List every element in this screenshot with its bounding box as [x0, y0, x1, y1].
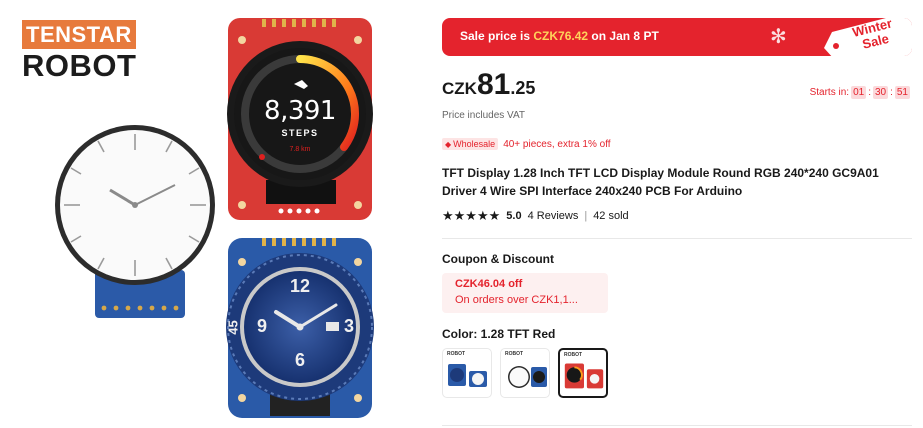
countdown-minutes: 30 [872, 86, 889, 99]
sale-banner-text: Sale price is CZK76.42 on Jan 8 PT [460, 29, 659, 43]
product-info-panel: Sale price is CZK76.42 on Jan 8 PT ✻ Win… [442, 0, 912, 428]
wholesale-text: 40+ pieces, extra 1% off [503, 138, 611, 150]
dial-numeral-9: 9 [256, 316, 267, 336]
vat-note: Price includes VAT [442, 110, 525, 121]
coupon-condition: On orders over CZK1,1... [455, 294, 578, 306]
countdown-timer: Starts in: 01 : 30 : 51 [810, 86, 912, 99]
color-swatch-blue[interactable]: ROBOT [442, 348, 492, 398]
rating-value: 5.0 [506, 210, 522, 222]
dial-numeral-6: 6 [294, 350, 305, 370]
color-selected-value: 1.28 TFT Red [480, 327, 556, 341]
brand-logo-top: TENSTAR [22, 20, 136, 49]
star-rating-icon: ★★★★★ [442, 208, 501, 223]
tag-icon: ◆ [445, 139, 452, 149]
countdown-label: Starts in: [809, 87, 850, 98]
countdown-separator: : [890, 87, 893, 98]
steps-value: 8,391 [264, 96, 336, 126]
wholesale-offer[interactable]: ◆ Wholesale 40+ pieces, extra 1% off [442, 138, 611, 150]
color-swatch-white[interactable]: ROBOT [500, 348, 550, 398]
snowflake-icon: ✻ [770, 26, 787, 48]
price-currency: CZK [442, 79, 477, 98]
sale-banner[interactable]: Sale price is CZK76.42 on Jan 8 PT ✻ Win… [442, 18, 912, 56]
bezel-marker-45: 45 [225, 320, 241, 335]
product-image[interactable]: TENSTAR ROBOT 8,391 STEPS 7.8 km 12 6 9 … [0, 0, 432, 428]
steps-distance: 7.8 km [289, 146, 311, 153]
rating-row: ★★★★★ 5.0 4 Reviews | 42 sold [442, 208, 629, 224]
color-label: Color: 1.28 TFT Red [442, 327, 555, 341]
divider [442, 425, 912, 426]
divider [442, 238, 912, 239]
brand-logo-bottom: ROBOT [22, 48, 137, 83]
price-decimal: .25 [510, 78, 536, 98]
product-title: TFT Display 1.28 Inch TFT LCD Display Mo… [442, 166, 879, 198]
dial-numeral-3: 3 [343, 316, 354, 336]
color-swatch-red[interactable]: ROBOT [558, 348, 608, 398]
swatch-brand-logo: ROBOT [564, 352, 583, 358]
swatch-brand-logo: ROBOT [505, 351, 524, 357]
steps-label: STEPS [281, 128, 319, 138]
color-swatches: ROBOT ROBOT ROBOT [442, 348, 616, 398]
sale-suffix: on Jan 8 PT [588, 29, 659, 43]
wholesale-badge-label: Wholesale [453, 139, 496, 149]
dial-numeral-12: 12 [289, 276, 311, 296]
countdown-seconds: 51 [894, 86, 910, 99]
coupon-amount: CZK46.04 off [455, 278, 523, 290]
price-integer: 81 [476, 68, 511, 101]
coupon-heading: Coupon & Discount [442, 252, 554, 266]
brand-logo: TENSTAR ROBOT [22, 20, 138, 82]
swatch-brand-logo: ROBOT [447, 351, 466, 357]
sold-count: 42 sold [593, 210, 629, 222]
white-watch-module [55, 125, 215, 318]
wholesale-badge: ◆ Wholesale [442, 138, 499, 150]
price: CZK81.25 [442, 68, 535, 104]
color-label-prefix: Color: [442, 327, 481, 341]
reviews-link[interactable]: 4 Reviews [528, 210, 579, 222]
countdown-separator: : [868, 87, 871, 98]
rating-separator: | [584, 210, 588, 222]
countdown-hours: 01 [851, 86, 867, 99]
coupon-card[interactable]: CZK46.04 off On orders over CZK1,1... [442, 273, 608, 313]
sale-prefix: Sale price is [460, 29, 534, 43]
sale-price: CZK76.42 [533, 29, 589, 43]
